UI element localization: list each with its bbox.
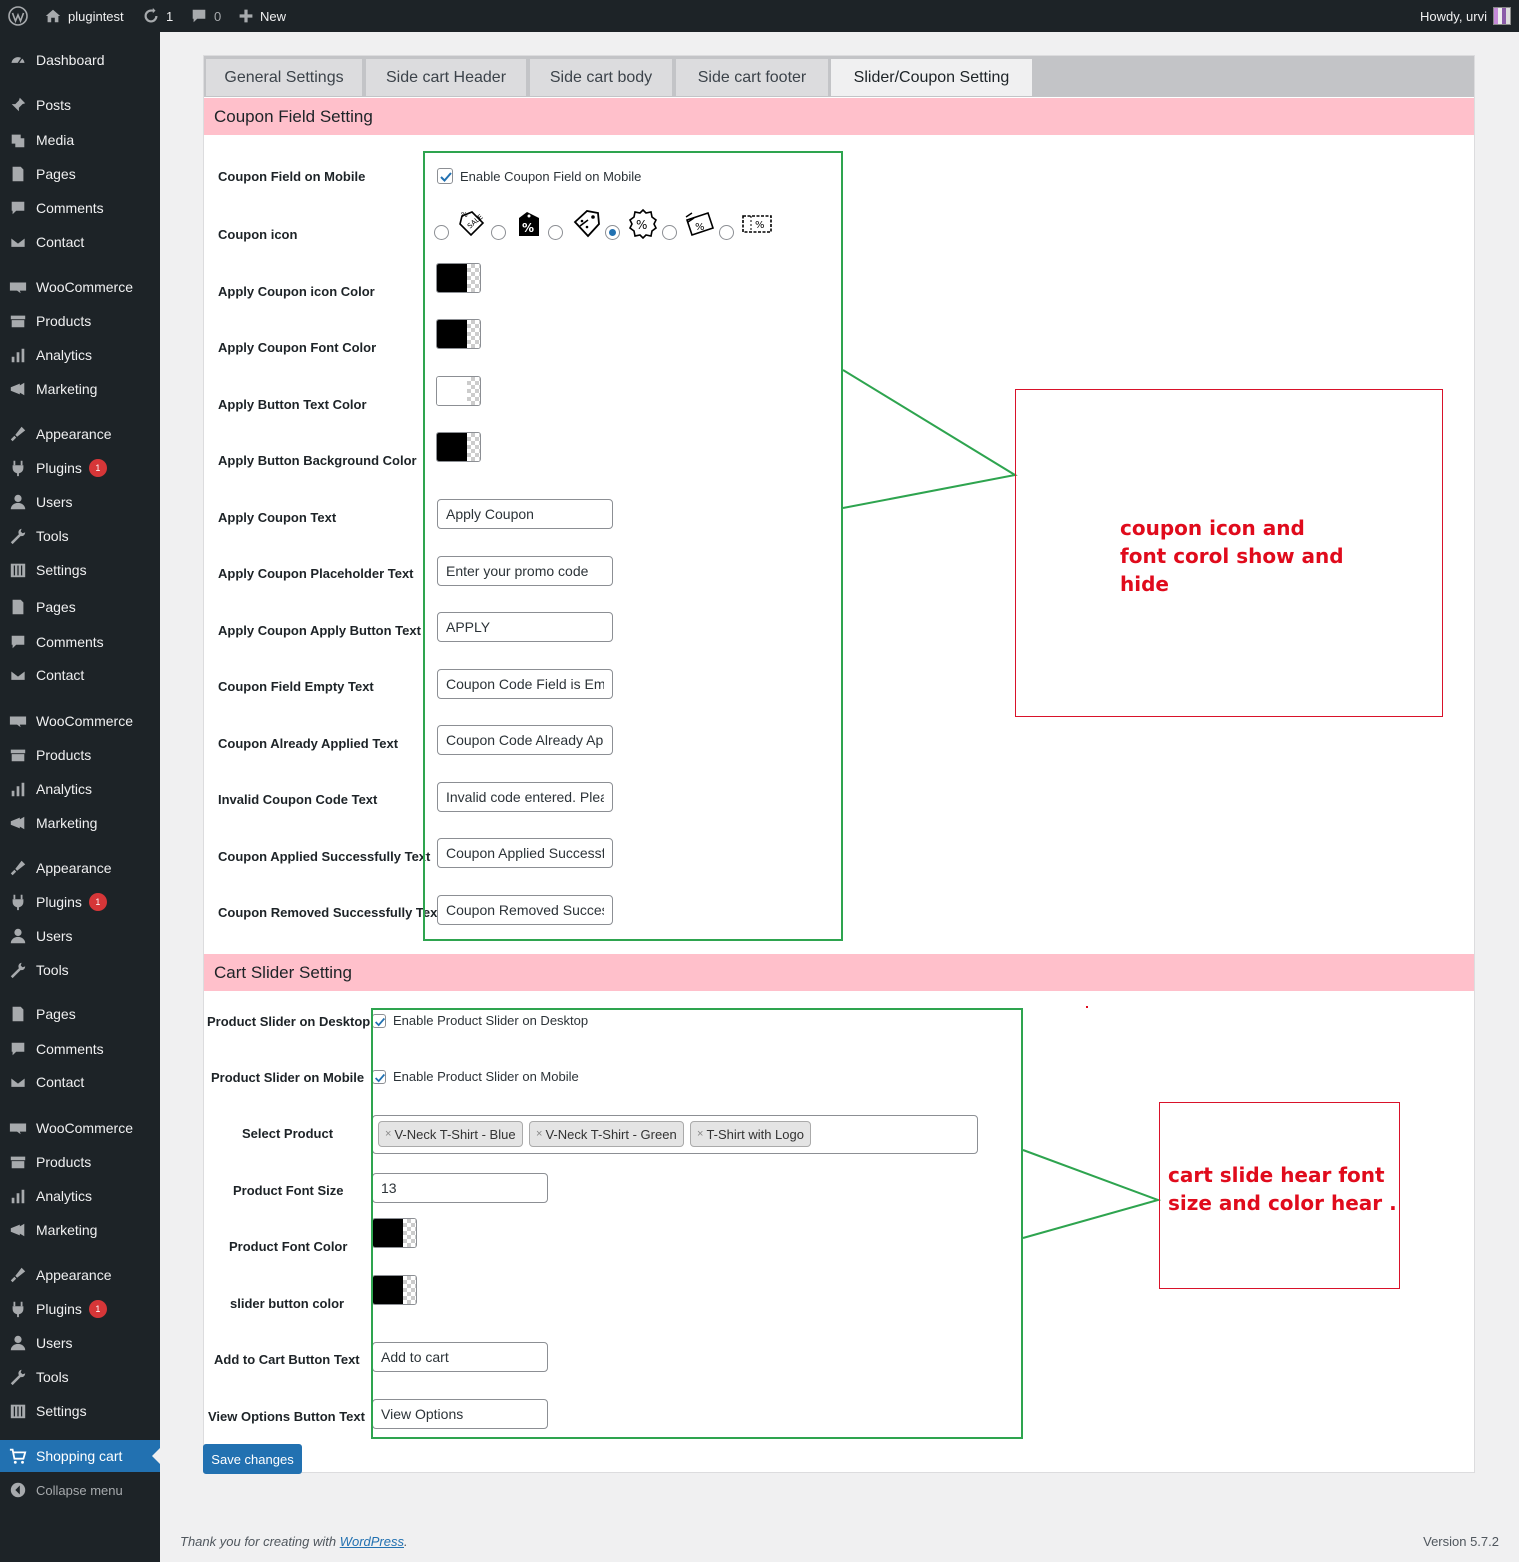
- annotation-note-slider: cart slide hear font size and color hear…: [1159, 1102, 1400, 1289]
- footer-version: Version 5.7.2: [1423, 1534, 1499, 1549]
- annotation-note-text: cart slide hear font size and color hear…: [1168, 1161, 1397, 1217]
- wordpress-link[interactable]: WordPress: [340, 1534, 404, 1549]
- footer-text: .: [404, 1534, 408, 1549]
- note-line: font corol show and: [1120, 544, 1344, 568]
- annotation-note-text: coupon icon and font corol show and hide: [1120, 514, 1344, 598]
- note-line: hide: [1120, 572, 1169, 596]
- annotation-note-coupon: coupon icon and font corol show and hide: [1015, 389, 1443, 717]
- annotation-callout-lines: [842, 369, 1162, 1239]
- note-line: size and color hear .: [1168, 1191, 1397, 1215]
- callout-line-slider: [1022, 1149, 1162, 1239]
- footer-text: Thank you for creating with: [180, 1534, 340, 1549]
- footer-thanks: Thank you for creating with WordPress.: [180, 1534, 408, 1549]
- note-line: cart slide hear font: [1168, 1163, 1385, 1187]
- note-line: coupon icon and: [1120, 516, 1305, 540]
- stray-mark: [1086, 1006, 1088, 1008]
- callout-line-coupon: [842, 369, 1018, 509]
